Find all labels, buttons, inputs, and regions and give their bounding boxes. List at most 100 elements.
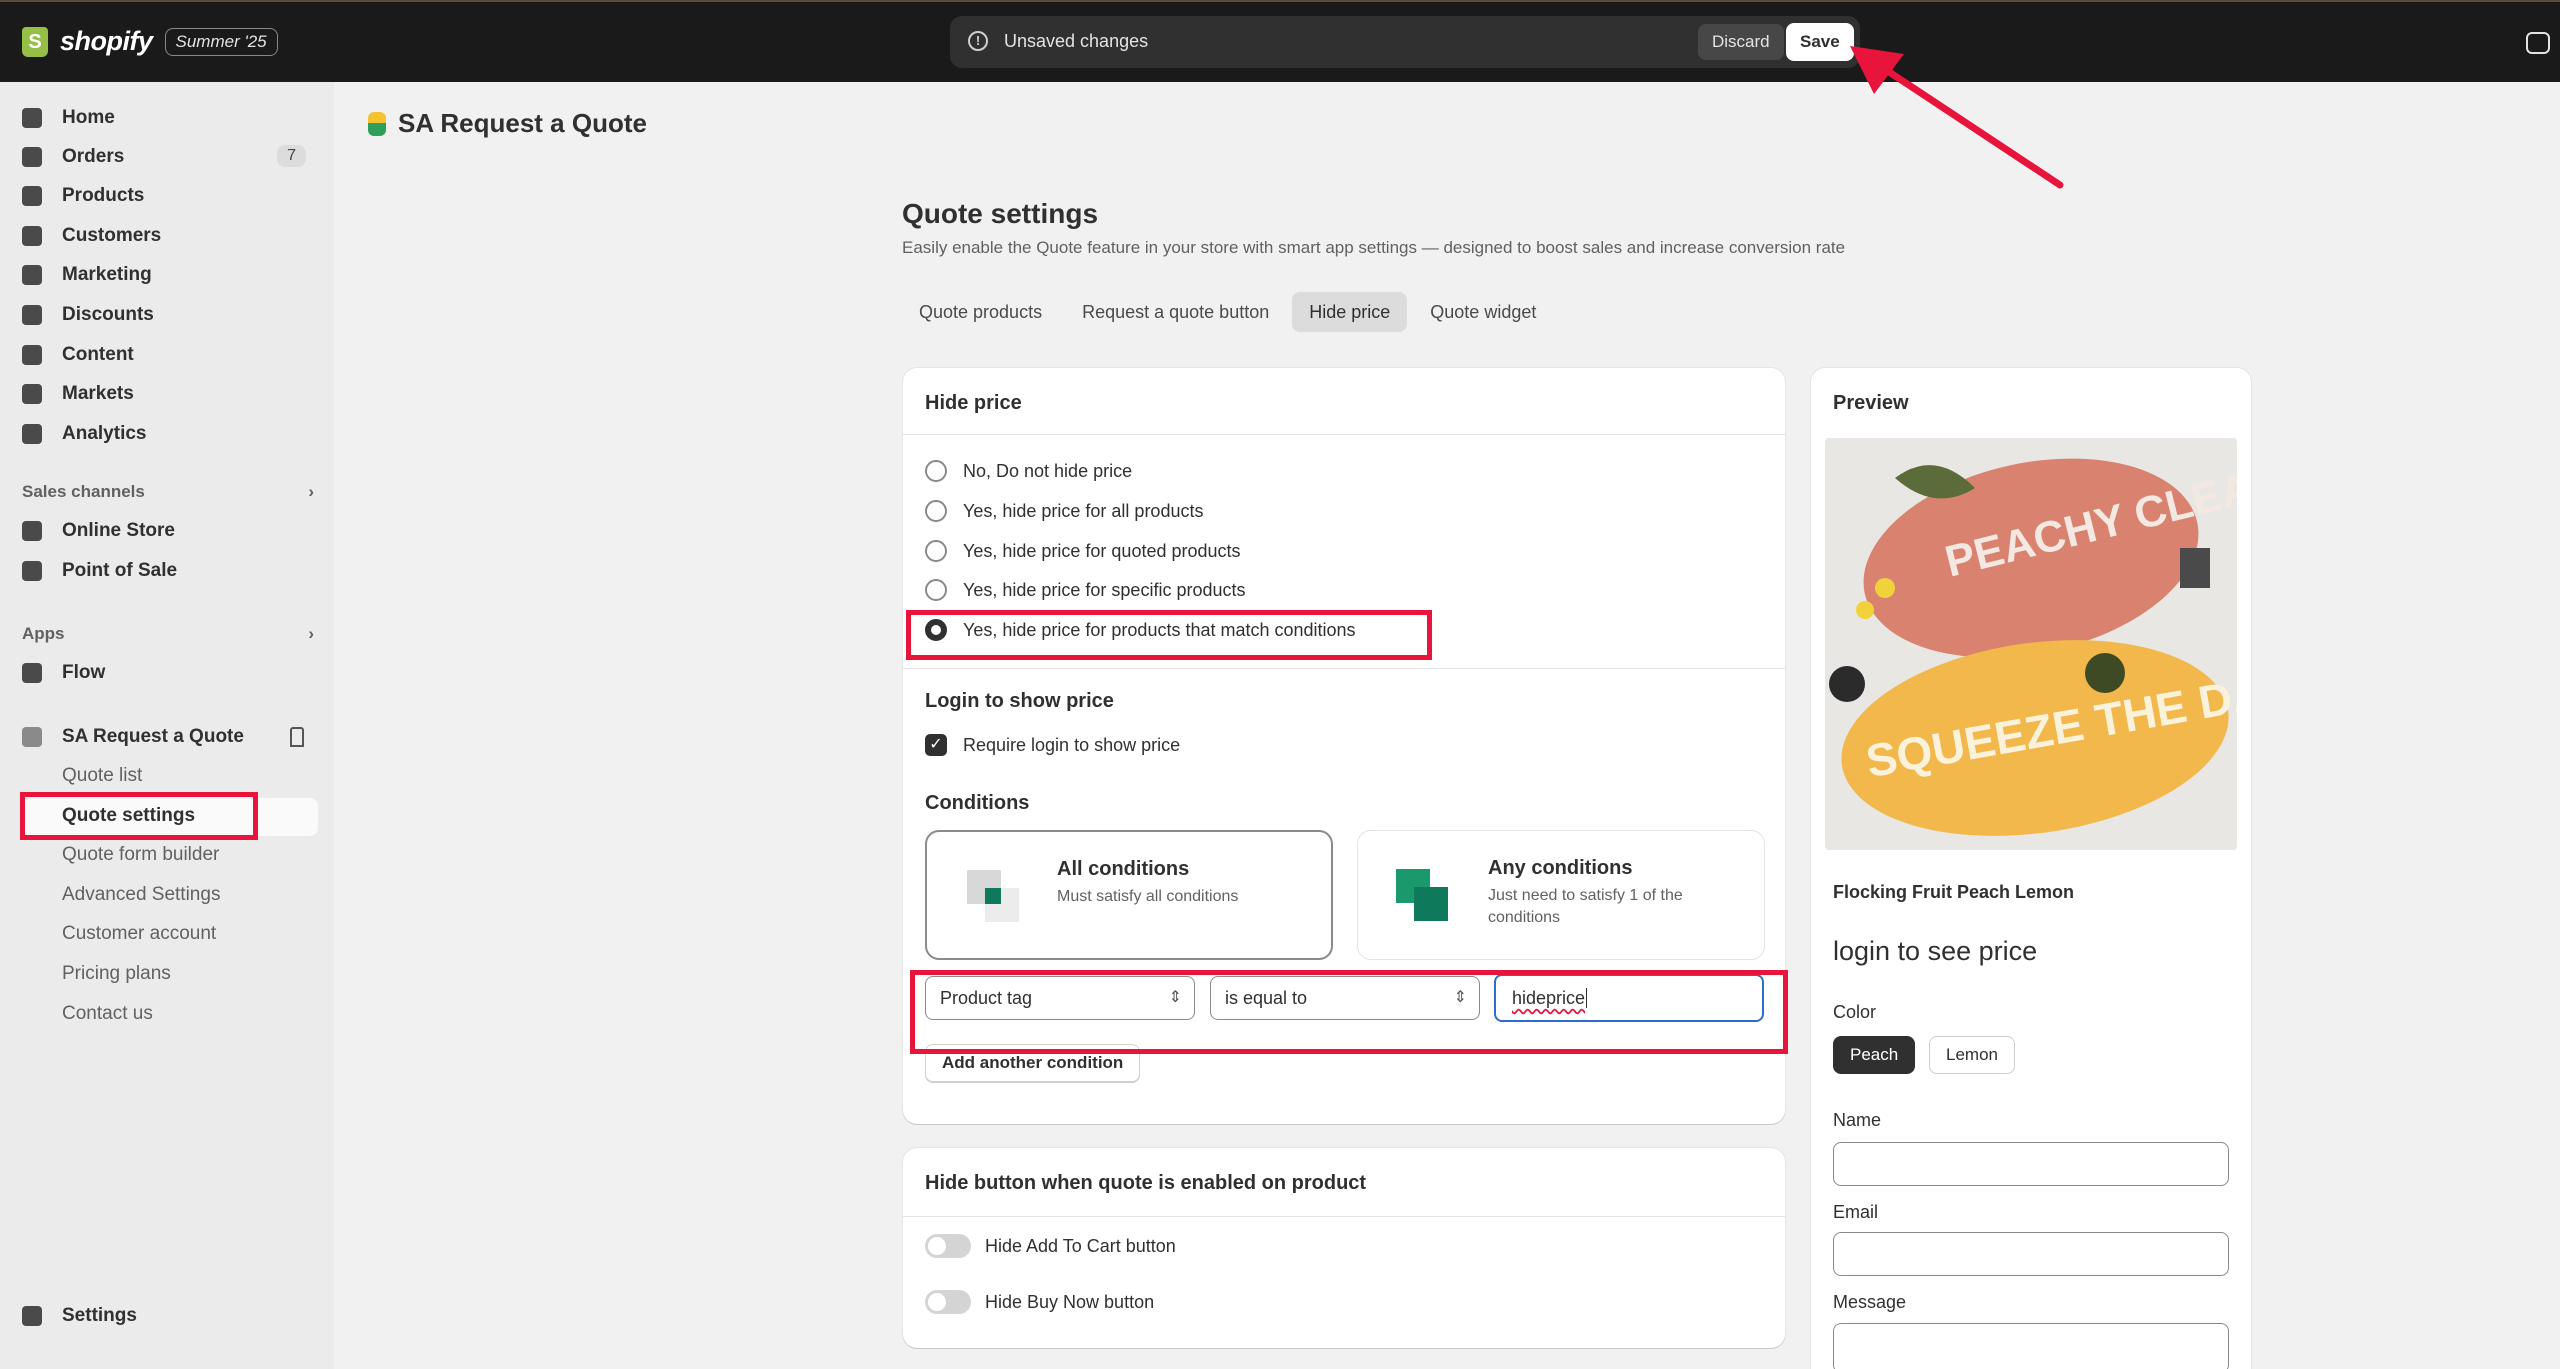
- hide-price-title: Hide price: [925, 392, 1022, 414]
- store-icon: [22, 521, 42, 541]
- toggle-switch[interactable]: [925, 1290, 971, 1314]
- radio-option-quoted-products[interactable]: Yes, hide price for quoted products: [925, 540, 1241, 562]
- tab-request-a-quote-button[interactable]: Request a quote button: [1065, 292, 1286, 332]
- radio-button[interactable]: [925, 579, 947, 601]
- name-field-label: Name: [1833, 1110, 1882, 1130]
- brand-name: shopify: [60, 26, 153, 56]
- page-subtitle: Easily enable the Quote feature in your …: [902, 238, 1846, 257]
- sidebar-item-point-of-sale[interactable]: Point of Sale: [22, 553, 318, 589]
- sidebar-item-customers[interactable]: Customers: [22, 218, 318, 254]
- sidebar: Home Orders 7 Products Customers Marketin…: [0, 82, 334, 1369]
- product-photo-illustration: PEACHY CLEAN SQUEEZE THE DAY: [1825, 438, 2237, 850]
- preview-title: Preview: [1833, 392, 1909, 414]
- radio-button[interactable]: [925, 540, 947, 562]
- unsaved-message: Unsaved changes: [1004, 31, 1149, 51]
- home-icon: [22, 108, 42, 128]
- shopify-logo[interactable]: shopify Summer '25: [22, 26, 278, 57]
- all-conditions-icon: [967, 870, 1019, 922]
- checkbox-checked-icon[interactable]: ✓: [925, 734, 947, 756]
- sidebar-item-orders[interactable]: Orders 7: [22, 139, 318, 175]
- inbox-icon: [22, 147, 42, 167]
- discount-icon: [22, 305, 42, 325]
- sidebar-subitem-pricing-plans[interactable]: Pricing plans: [62, 956, 171, 992]
- radio-option-all-products[interactable]: Yes, hide price for all products: [925, 500, 1203, 522]
- radio-option-no-hide[interactable]: No, Do not hide price: [925, 460, 1132, 482]
- hide-button-title: Hide button when quote is enabled on pro…: [925, 1172, 1367, 1194]
- hide-buy-now-toggle-row[interactable]: Hide Buy Now button: [925, 1290, 1154, 1314]
- sidebar-item-settings[interactable]: Settings: [22, 1298, 318, 1334]
- app-icon: [22, 727, 42, 747]
- gear-icon: [22, 1306, 42, 1326]
- tag-icon: [22, 186, 42, 206]
- message-field-label: Message: [1833, 1292, 1907, 1312]
- shopify-bag-icon: [22, 26, 48, 57]
- target-icon: [22, 265, 42, 285]
- sidebar-subitem-advanced-settings[interactable]: Advanced Settings: [62, 877, 220, 913]
- sidebar-item-sa-request-a-quote[interactable]: SA Request a Quote: [22, 719, 318, 755]
- sidebar-item-products[interactable]: Products: [22, 178, 318, 214]
- unsaved-changes-bar: ! Unsaved changes Discard Save: [950, 16, 1860, 68]
- sidebar-item-markets[interactable]: Markets: [22, 376, 318, 412]
- divider: [903, 434, 1785, 435]
- hide-button-card: Hide button when quote is enabled on pro…: [903, 1148, 1785, 1348]
- color-label: Color: [1833, 1002, 1877, 1022]
- sidebar-item-discounts[interactable]: Discounts: [22, 297, 318, 333]
- require-login-checkbox-row[interactable]: ✓ Require login to show price: [925, 734, 1180, 756]
- pos-icon: [22, 561, 42, 581]
- all-conditions-title: All conditions: [1057, 858, 1190, 880]
- email-field[interactable]: [1833, 1232, 2229, 1276]
- pin-icon[interactable]: [290, 727, 304, 747]
- radio-button[interactable]: [925, 500, 947, 522]
- chevron-right-icon: ›: [308, 624, 314, 643]
- apps-header[interactable]: Apps ›: [22, 624, 318, 644]
- sidebar-item-home[interactable]: Home: [22, 100, 318, 136]
- radio-button[interactable]: [925, 460, 947, 482]
- tab-quote-widget[interactable]: Quote widget: [1413, 292, 1553, 332]
- divider: [903, 1216, 1785, 1217]
- sidebar-item-online-store[interactable]: Online Store: [22, 513, 318, 549]
- highlight-selected-option: [906, 610, 1432, 660]
- conditions-title: Conditions: [925, 792, 1030, 814]
- sidebar-item-flow[interactable]: Flow: [22, 655, 318, 691]
- color-option-lemon[interactable]: Lemon: [1929, 1036, 2015, 1074]
- all-conditions-desc: Must satisfy all conditions: [1057, 888, 1239, 905]
- any-conditions-option[interactable]: Any conditions Just need to satisfy 1 of…: [1357, 830, 1765, 960]
- chevron-right-icon: ›: [308, 482, 314, 501]
- app-logo-icon: [368, 111, 386, 136]
- highlight-quote-settings: [20, 792, 258, 840]
- orders-count-badge: 7: [277, 145, 306, 167]
- divider: [903, 668, 1785, 669]
- sidebar-subitem-quote-list[interactable]: Quote list: [62, 758, 142, 794]
- page-title: Quote settings: [902, 198, 1099, 229]
- sidebar-subitem-contact-us[interactable]: Contact us: [62, 996, 153, 1032]
- login-to-show-price-title: Login to show price: [925, 690, 1114, 712]
- content-icon: [22, 345, 42, 365]
- product-image: PEACHY CLEAN SQUEEZE THE DAY: [1825, 438, 2237, 850]
- tab-hide-price[interactable]: Hide price: [1292, 292, 1408, 332]
- bar-chart-icon: [22, 424, 42, 444]
- message-field[interactable]: [1833, 1323, 2229, 1369]
- sidebar-item-marketing[interactable]: Marketing: [22, 257, 318, 293]
- sidebar-subitem-customer-account[interactable]: Customer account: [62, 916, 216, 952]
- sidebar-subitem-quote-form-builder[interactable]: Quote form builder: [62, 837, 219, 873]
- all-conditions-option[interactable]: All conditions Must satisfy all conditio…: [925, 830, 1333, 960]
- toggle-switch[interactable]: [925, 1234, 971, 1258]
- app-title: SA Request a Quote: [368, 108, 647, 139]
- color-option-peach[interactable]: Peach: [1833, 1036, 1916, 1074]
- any-conditions-icon: [1396, 869, 1448, 921]
- preview-card: Preview PEACHY CLEAN SQUEEZE THE DAY Flo…: [1811, 368, 2251, 1369]
- name-field[interactable]: [1833, 1142, 2229, 1186]
- radio-option-specific-products[interactable]: Yes, hide price for specific products: [925, 579, 1245, 601]
- sidebar-item-content[interactable]: Content: [22, 337, 318, 373]
- annotation-arrow-icon: [1850, 46, 2064, 189]
- top-bar: shopify Summer '25 ! Unsaved changes Dis…: [0, 0, 2560, 82]
- highlight-condition-row: [910, 970, 1788, 1054]
- any-conditions-title: Any conditions: [1488, 857, 1633, 879]
- discard-button[interactable]: Discard: [1698, 24, 1784, 60]
- sales-channels-header[interactable]: Sales channels ›: [22, 482, 318, 502]
- hide-add-to-cart-toggle-row[interactable]: Hide Add To Cart button: [925, 1234, 1176, 1258]
- store-menu-icon[interactable]: [2526, 32, 2550, 54]
- sidebar-item-analytics[interactable]: Analytics: [22, 416, 318, 452]
- email-field-label: Email: [1833, 1202, 1879, 1222]
- tab-quote-products[interactable]: Quote products: [902, 292, 1059, 332]
